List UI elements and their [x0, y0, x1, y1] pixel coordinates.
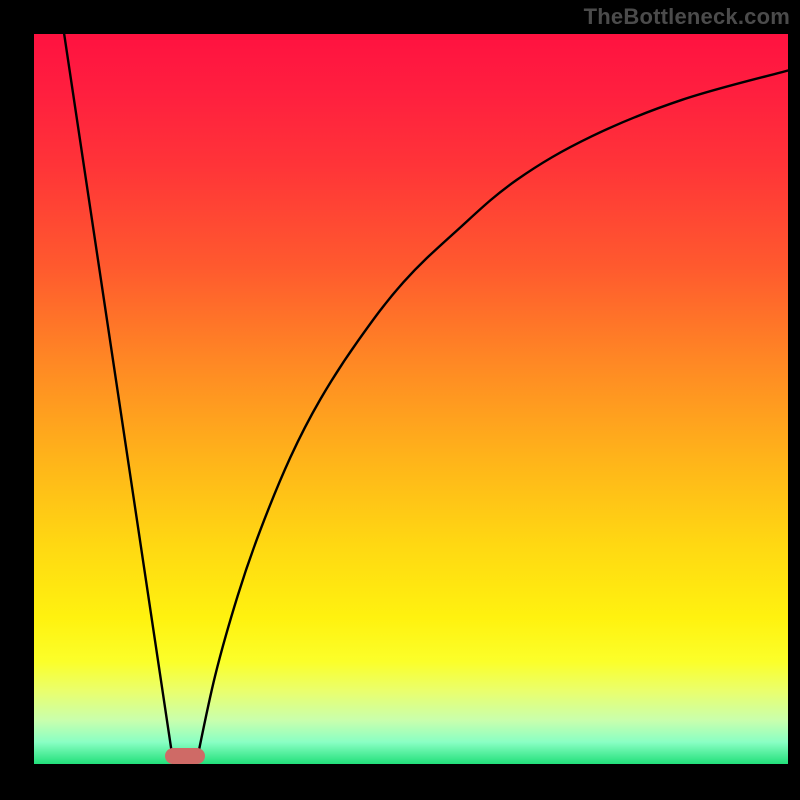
curve-layer	[34, 34, 788, 764]
plot-area	[34, 34, 788, 764]
right-curve	[196, 71, 788, 765]
left-line	[64, 34, 173, 764]
watermark-text: TheBottleneck.com	[584, 4, 790, 30]
chart-frame: TheBottleneck.com	[0, 0, 800, 800]
bottleneck-marker	[165, 748, 205, 764]
